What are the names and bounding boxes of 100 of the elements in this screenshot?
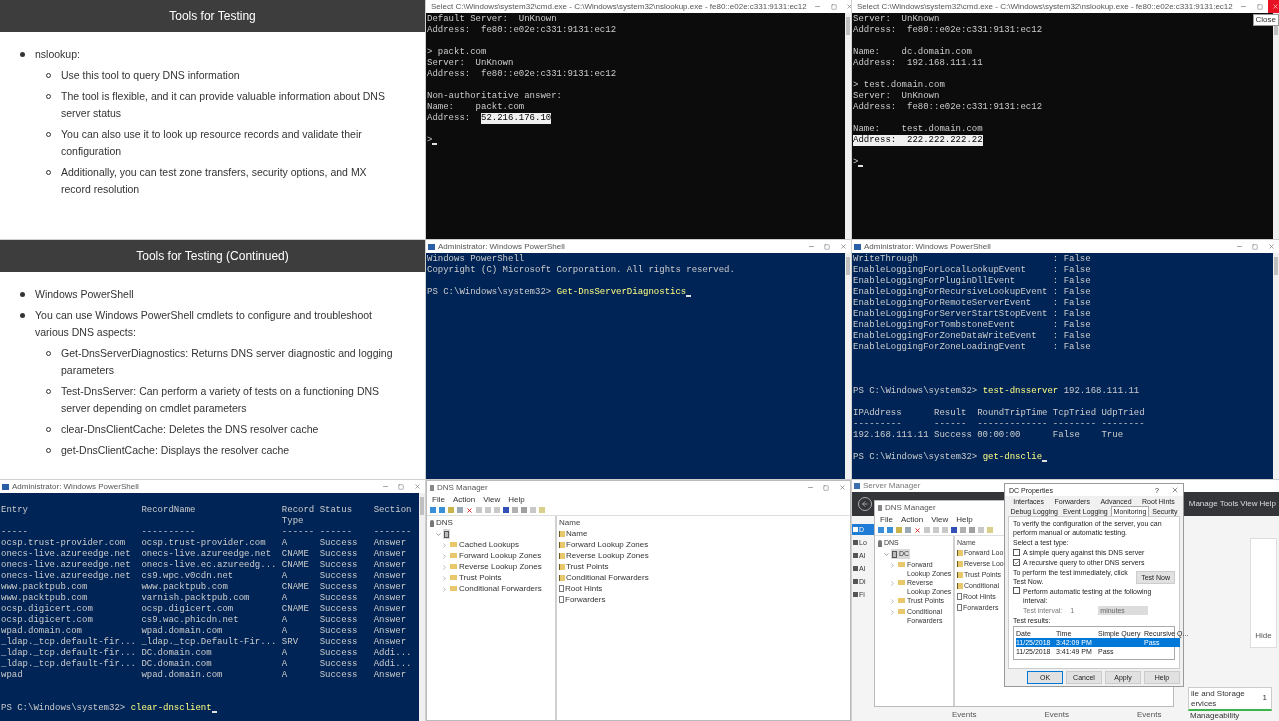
table-cell: A [281,648,288,659]
delete-icon[interactable] [466,506,473,514]
menu-item[interactable]: Action [452,494,476,505]
table-cell: CNAME [281,549,309,560]
folder-icon [898,562,905,567]
table-cell: Answer [373,615,407,626]
column-header: Record Type [281,505,315,527]
table-cell: Success [319,615,358,626]
back-arrow-icon [861,500,869,508]
menu-item[interactable]: Action [900,514,924,525]
tree-item[interactable]: Cached Lookups [449,540,521,550]
table-cell: www.packtpub.com [141,582,228,593]
chevron-right-icon[interactable] [441,564,448,571]
tree-item[interactable]: Forward Lookup Zones [449,551,543,561]
console-line: Server: UnKnown [853,14,940,25]
bullet-text: Additionally, you can test zone transfers, security options, and MX record resolution [61,165,368,197]
tile-title: ile and Storage [1191,689,1245,699]
scrollbar[interactable] [419,493,425,721]
menu-item[interactable]: Manage [1188,499,1218,509]
console-line: EnableLoggingForTombstoneEvent : False [853,320,1091,331]
tree-item[interactable]: Conditional Forwarders [449,584,543,594]
checkbox[interactable] [1013,559,1020,566]
chevron-right-icon[interactable] [889,580,896,587]
tree-item[interactable]: Trust Points [449,573,503,583]
menu-item[interactable]: View [931,514,949,525]
bullet-text: Windows PowerShell [35,287,134,302]
menu-item[interactable]: View [483,494,501,505]
tree-item[interactable]: Reverse Lookup Zones [449,562,543,572]
table-cell: A [281,615,288,626]
chevron-down-icon[interactable] [883,551,890,558]
events-label: Events [1044,710,1069,720]
table-cell: cs9.wpc.v0cdn.net [141,571,234,582]
window-title: DNS Manager [885,502,936,513]
scrollbar[interactable] [1273,253,1279,479]
chevron-right-icon[interactable] [441,575,448,582]
table-cell: _ldap._tcp.default-fir... [1,648,137,659]
close-button[interactable] [1267,0,1279,13]
chevron-right-icon[interactable] [441,553,448,560]
table-cell: CNAME [281,582,309,593]
header-rule: ------ [281,527,315,538]
selected-text: Address: 222.222.222.22 [853,135,983,146]
chevron-right-icon[interactable] [441,586,448,593]
minimize-icon [381,483,389,490]
checkbox[interactable] [1013,587,1020,594]
menu-item[interactable]: Help [956,514,973,525]
list-item[interactable]: Reverse Lookup Zones [559,550,649,561]
table-cell: A [281,626,288,637]
table-cell: onecs-live.azureedge.net [1,560,131,571]
menu-item[interactable]: Help [1259,499,1276,509]
powershell-icon [428,243,435,250]
menu-item[interactable]: File [880,514,893,525]
chevron-right-icon[interactable] [441,542,448,549]
menu-item[interactable]: File [432,494,445,505]
chevron-right-icon[interactable] [889,609,896,616]
table-cell: wpad [1,670,23,681]
table-cell: A [281,571,288,582]
table-cell: www.packtpub.com [1,593,88,604]
list-item[interactable]: Root Hints [559,583,603,594]
list-item[interactable]: Trust Points [559,561,609,572]
scrollbar[interactable] [845,13,851,239]
tree-item[interactable] [443,529,450,539]
chevron-right-icon[interactable] [889,598,896,605]
console-line: 192.168.111.11 Success 00:00:00 False True [853,430,1124,441]
list-item[interactable]: Conditional Forwarders [559,572,649,583]
console-line: IPAddress Result RoundTripTime TcpTried UdpTried [853,408,1145,419]
close-icon [1272,3,1279,10]
header-rule: ---------- [141,527,196,538]
minimize-icon [807,243,815,250]
table-cell: Success [319,582,358,593]
text-cursor [1042,460,1048,462]
list-item[interactable]: Forward Lookup Zones [559,539,649,550]
sidebar-icon [853,579,858,584]
table-cell: cs9.wac.phicdn.net [141,615,239,626]
table-cell: Answer [373,538,407,549]
hide-link[interactable]: Hide [1255,631,1272,641]
sidebar-icon [853,553,858,558]
tree-item[interactable]: DNS [429,518,454,528]
chevron-right-icon[interactable] [889,562,896,569]
bullet-text: clear-DnsClientCache: Deletes the DNS resolver cache [61,422,319,437]
console-text: 192.168.111.11 [1062,386,1140,397]
server-manager-icon [854,483,860,489]
console-text: PS C:\Windows\system32> [853,452,979,463]
chevron-down-icon[interactable] [435,531,442,538]
menu-item[interactable]: View [1240,499,1258,509]
menu-item[interactable]: Help [508,494,525,505]
console-line: EnableLoggingForRecursiveLookupEvent : False [853,287,1091,298]
checkbox[interactable] [1013,549,1020,556]
selected-text: 52.216.176.10 [481,113,552,124]
delete-icon[interactable] [914,526,921,534]
table-cell: onecs-live.azureedge.net [1,549,131,560]
menu-item[interactable]: Tools [1219,499,1239,509]
maximize-icon [398,483,404,490]
table-cell: Success [319,571,358,582]
bullet-text: You can also use it to look up resource records and validate their configuration [61,127,363,159]
list-item[interactable]: Forwarders [559,594,606,605]
column-header: Status [319,505,353,517]
command-text: clear-dnsclient [130,703,212,714]
close-icon[interactable] [1171,486,1179,494]
list-item[interactable]: Name [559,528,588,539]
scrollbar[interactable] [845,253,851,479]
